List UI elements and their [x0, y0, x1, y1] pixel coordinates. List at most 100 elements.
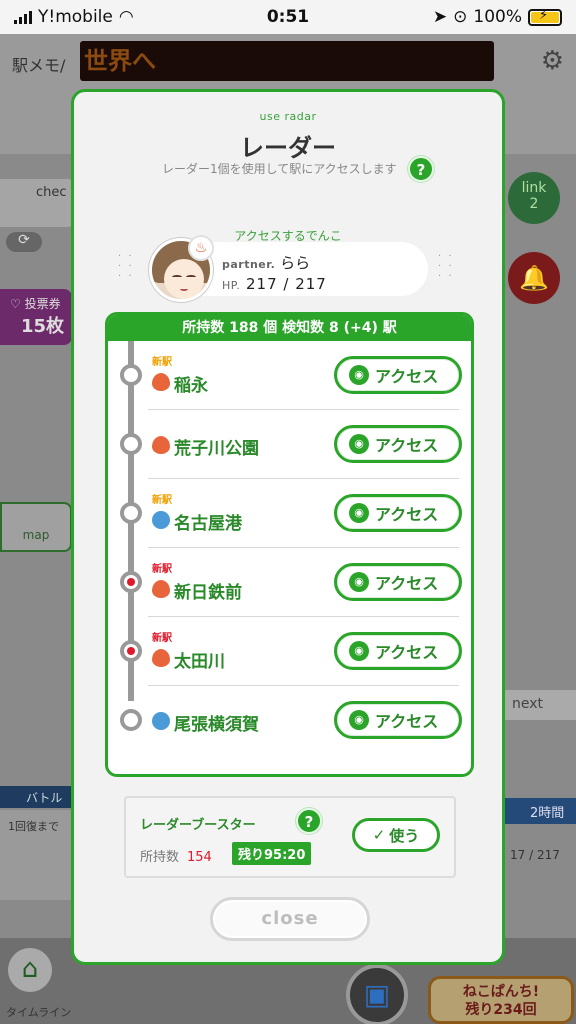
access-button[interactable]: ◉ アクセス	[334, 632, 462, 670]
link-count: 2	[529, 196, 539, 212]
gear-icon[interactable]: ⚙	[541, 46, 564, 76]
rail-node	[120, 433, 142, 455]
radar-icon: ◉	[349, 434, 369, 454]
radar-booster-panel: レーダーブースター ? 所持数 154 残り95:20 ✓ 使う	[124, 796, 456, 878]
battle-label: バトル	[0, 786, 72, 808]
vote-count: 15枚	[20, 316, 64, 337]
station-row: 荒子川公園 ◉ アクセス	[108, 410, 471, 479]
vote-label: ♡ 投票券	[10, 297, 61, 311]
use-booster-button[interactable]: ✓ 使う	[352, 818, 440, 852]
radar-icon: ◉	[349, 572, 369, 592]
radar-icon: ✓	[372, 826, 386, 844]
station-name: 新日鉄前	[174, 583, 242, 603]
station-name: 荒子川公園	[174, 439, 259, 459]
rail-node-marked	[120, 571, 142, 593]
location-icon: ➤	[432, 7, 448, 27]
access-button[interactable]: ◉ アクセス	[334, 356, 462, 394]
dots-right-icon: · · · · · ·	[438, 251, 454, 282]
new-station-tag: 新駅	[152, 564, 172, 575]
rail-node	[120, 709, 142, 731]
signal-icon	[14, 10, 32, 24]
carrier-label: Y!mobile	[38, 7, 113, 27]
new-station-tag: 新駅	[152, 495, 172, 506]
access-label: アクセス	[375, 574, 439, 593]
radar-icon: ◉	[349, 641, 369, 661]
fire-icon	[152, 580, 170, 598]
water-icon	[152, 712, 170, 730]
battery-percent: 100%	[473, 7, 522, 27]
timeline-label[interactable]: タイムライン	[6, 1004, 71, 1020]
access-button[interactable]: ◉ アクセス	[334, 494, 462, 532]
radar-icon: ◉	[349, 710, 369, 730]
marquee-board: 世界へ	[80, 41, 494, 81]
radar-icon: ◉	[349, 365, 369, 385]
use-label: 使う	[389, 826, 420, 845]
link-label: link	[521, 180, 547, 196]
wifi-icon: ◠	[118, 7, 134, 27]
battery-icon	[528, 8, 562, 26]
station-name: 名古屋港	[174, 514, 242, 534]
modal-description: レーダー1個を使用して駅にアクセスします	[162, 162, 397, 176]
app-logo: 駅メモ/	[12, 56, 66, 75]
rotation-lock-icon: ⊙	[453, 7, 468, 27]
refresh-icon[interactable]: ⟳	[6, 232, 42, 252]
station-row: 新駅 名古屋港 ◉ アクセス	[108, 479, 471, 548]
modal-subtitle: use radar	[259, 110, 317, 123]
list-header: 所持数 188 個 検知数 8 (+4) 駅	[108, 315, 471, 341]
booster-owned-count: 154	[187, 850, 212, 865]
cat-punch-button[interactable]: ねこぱんち! 残り234回	[428, 976, 574, 1024]
station-row: 新駅 新日鉄前 ◉ アクセス	[108, 548, 471, 617]
station-row: 新駅 太田川 ◉ アクセス	[108, 617, 471, 686]
fire-icon	[152, 373, 170, 391]
access-label: アクセス	[375, 643, 439, 662]
access-button[interactable]: ◉ アクセス	[334, 701, 462, 739]
hp-value: 217 / 217	[245, 275, 327, 293]
access-label: アクセス	[375, 436, 439, 455]
briefcase-icon[interactable]: ▣	[346, 964, 408, 1024]
close-button[interactable]: close	[210, 897, 370, 941]
station-name: 尾張横須賀	[174, 715, 259, 735]
partner-prefix: partner.	[222, 258, 276, 271]
modal-title: レーダー	[240, 134, 336, 162]
link-button[interactable]: link 2	[508, 172, 560, 224]
map-button[interactable]: map	[0, 502, 72, 552]
station-list: 所持数 188 個 検知数 8 (+4) 駅 新駅 稲永 ◉ アクセス 荒子川公園 ◉ アク…	[105, 312, 474, 777]
booster-title: レーダーブースター	[140, 818, 256, 833]
radar-modal: use radar レーダー レーダー1個を使用して駅にアクセスします ? アク…	[71, 89, 505, 965]
station-name: 稲永	[174, 376, 208, 396]
recover-info: 1回復まで	[0, 810, 72, 900]
status-bar: Y!mobile ◠ 0:51 ➤ ⊙ 100%	[0, 0, 576, 34]
fire-icon	[152, 649, 170, 667]
water-icon	[152, 511, 170, 529]
station-row: 新駅 稲永 ◉ アクセス	[108, 341, 471, 410]
check-card[interactable]: chec	[0, 179, 76, 227]
dots-left-icon: · · · · · ·	[118, 251, 134, 282]
hours-badge: 2時間	[504, 798, 576, 824]
vote-ticket[interactable]: ♡ 投票券 15枚	[0, 289, 72, 345]
access-button[interactable]: ◉ アクセス	[334, 563, 462, 601]
access-label: アクセス	[375, 367, 439, 386]
hp-prefix: HP.	[222, 279, 241, 292]
access-button[interactable]: ◉ アクセス	[334, 425, 462, 463]
new-station-tag: 新駅	[152, 357, 172, 368]
booster-owned-label: 所持数	[140, 850, 180, 865]
home-icon[interactable]: ⌂	[8, 948, 52, 992]
booster-remaining: 残り95:20	[232, 842, 312, 865]
booster-owned: 所持数 154	[140, 846, 212, 865]
partner-name-row: partner. らら	[222, 252, 310, 273]
recover-label: 1回復まで	[8, 820, 59, 833]
hp-row: HP. 217 / 217	[222, 275, 327, 293]
new-station-tag: 新駅	[152, 633, 172, 644]
next-button[interactable]: next	[504, 690, 576, 720]
help-icon[interactable]: ?	[408, 156, 434, 182]
status-right: ➤ ⊙ 100%	[433, 7, 562, 27]
bell-icon[interactable]: 🔔	[508, 252, 560, 304]
cat-line1: ねこぱんち!	[462, 984, 540, 1000]
fire-icon	[152, 436, 170, 454]
fire-icon: ♨	[188, 235, 214, 261]
booster-help-icon[interactable]: ?	[296, 808, 322, 834]
radar-icon: ◉	[349, 503, 369, 523]
access-label: アクセス	[375, 712, 439, 731]
hp-fragment: 17 / 217	[510, 848, 560, 862]
station-name: 太田川	[174, 652, 225, 672]
